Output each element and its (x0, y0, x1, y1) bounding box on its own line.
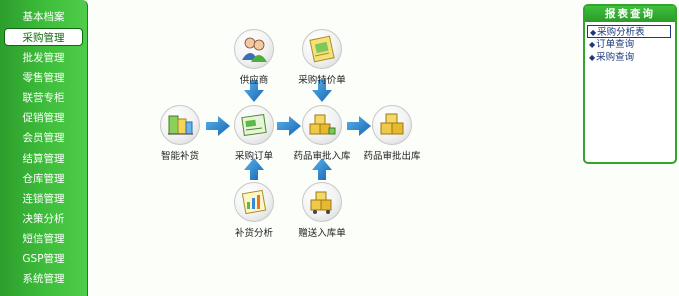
purchase-flow-diagram: 供应商 采购特价单 智能补货 采购订单 药品审批入库 药品审批出库 补货分析 赠… (0, 0, 679, 296)
people-icon (242, 37, 267, 62)
node-supplier[interactable]: 供应商 (222, 29, 286, 86)
node-restock-analysis[interactable]: 补货分析 (222, 182, 286, 239)
node-special-price-order[interactable]: 采购特价单 (290, 29, 354, 86)
goods-shelf-icon (168, 115, 193, 135)
report-item-order-query[interactable]: ◆订单查询 (587, 38, 671, 51)
order-sheet-icon (241, 113, 267, 137)
bullet-icon: ◆ (590, 28, 597, 37)
node-transfer-in-order[interactable]: 赠送入库单 (290, 182, 354, 239)
boxes-out-icon (380, 113, 404, 135)
bullet-icon: ◆ (589, 53, 596, 62)
node-purchase-order[interactable]: 采购订单 (222, 105, 286, 162)
report-item-purchase-analysis[interactable]: ◆采购分析表 (587, 25, 671, 38)
node-drug-approve-in[interactable]: 药品审批入库 (290, 105, 354, 162)
bullet-icon: ◆ (589, 40, 596, 49)
report-panel-title: 报表查询 (585, 6, 675, 22)
node-purchase-order-label: 采购订单 (234, 151, 273, 162)
report-list: ◆采购分析表 ◆订单查询 ◆采购查询 (585, 25, 675, 64)
analysis-chart-icon (241, 189, 267, 215)
boxes-in-icon (309, 114, 336, 135)
node-supplier-label: 供应商 (239, 75, 269, 86)
report-query-panel: 报表查询 ◆采购分析表 ◆订单查询 ◆采购查询 (583, 4, 677, 164)
node-drug-approve-out-label: 药品审批出库 (363, 151, 421, 162)
report-item-purchase-query[interactable]: ◆采购查询 (587, 51, 671, 64)
node-transfer-in-order-label: 赠送入库单 (298, 228, 346, 239)
node-restock-analysis-label: 补货分析 (234, 228, 273, 239)
node-drug-approve-out[interactable]: 药品审批出库 (360, 105, 424, 162)
node-smart-restock[interactable]: 智能补货 (148, 105, 212, 162)
node-smart-restock-label: 智能补货 (160, 151, 199, 162)
node-drug-approve-in-label: 药品审批入库 (293, 151, 351, 162)
price-document-icon (309, 35, 335, 63)
delivery-boxes-icon (310, 191, 332, 214)
node-special-price-order-label: 采购特价单 (298, 75, 346, 86)
